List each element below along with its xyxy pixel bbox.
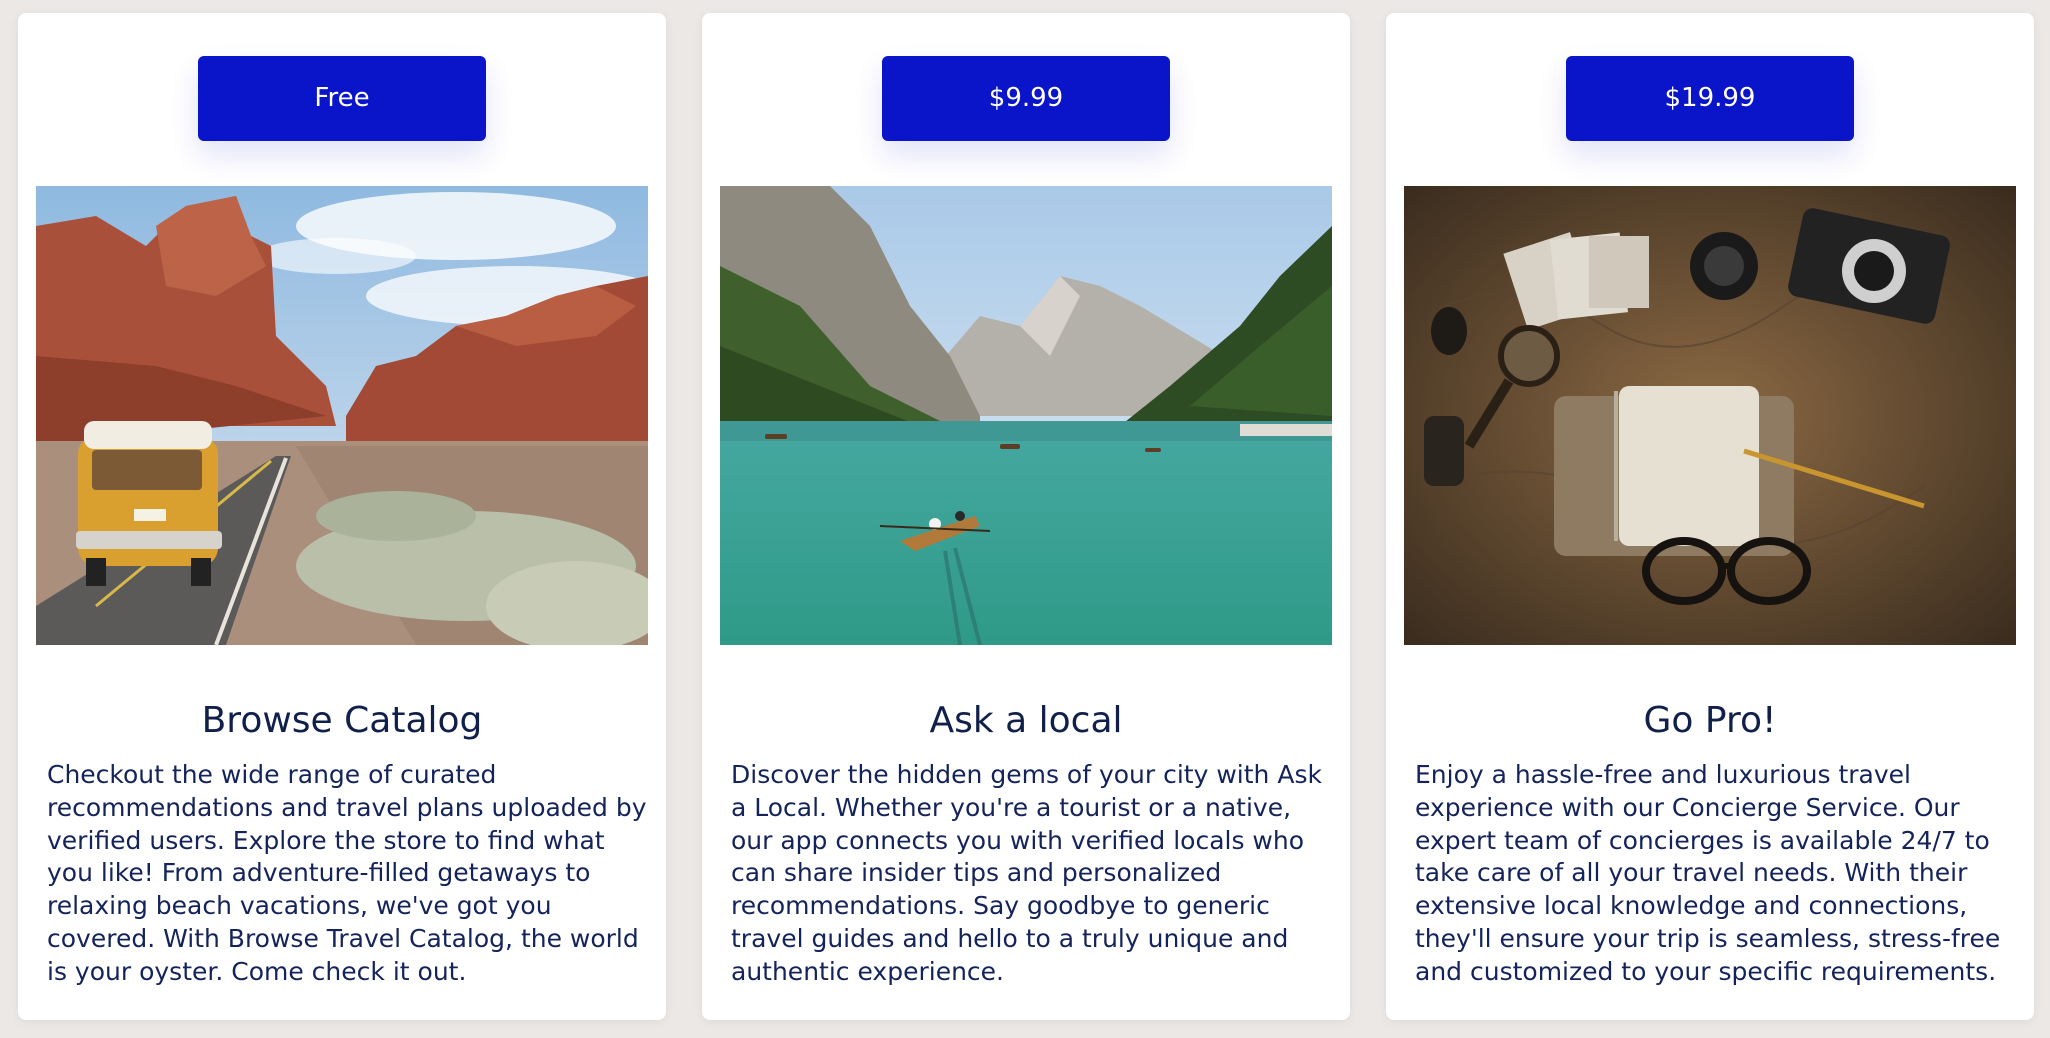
pricing-card-local: $9.99 Ask a local Discover the hidden ge… (702, 13, 1350, 1020)
card-title: Browse Catalog (201, 700, 483, 741)
card-title: Go Pro! (1643, 700, 1777, 741)
price-button-pro[interactable]: $19.99 (1566, 56, 1854, 141)
pricing-card-free: Free Browse Catalog Checkout the wide ra… (18, 13, 666, 1020)
card-description: Discover the hidden gems of your city wi… (731, 760, 1322, 986)
travel-desk-photo (1404, 186, 2016, 645)
desert-road-photo (36, 186, 648, 645)
card-description: Checkout the wide range of curated recom… (47, 760, 647, 986)
card-title: Ask a local (929, 700, 1123, 741)
card-description: Enjoy a hassle-free and luxurious travel… (1415, 760, 2001, 986)
mountain-lake-photo (720, 186, 1332, 645)
price-button-local[interactable]: $9.99 (882, 56, 1170, 141)
pricing-card-pro: $19.99 Go Pro! Enjoy a hassle-free and l… (1386, 13, 2034, 1020)
price-button-free[interactable]: Free (198, 56, 486, 141)
